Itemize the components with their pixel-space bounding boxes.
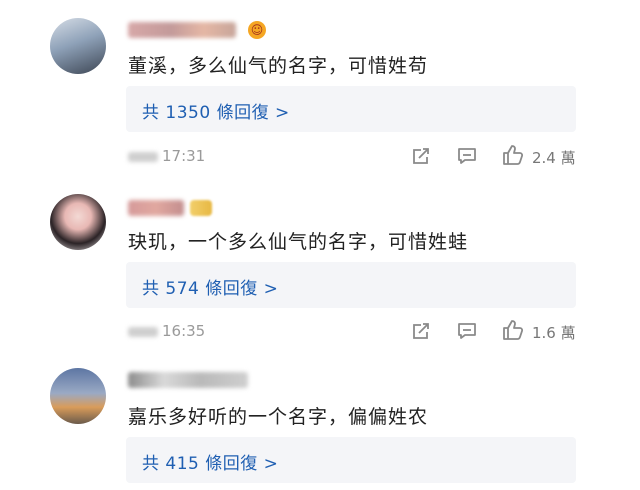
share-icon[interactable] bbox=[410, 145, 432, 167]
like-count: 1.6 萬 bbox=[532, 324, 576, 342]
replies-button[interactable]: 共 415 條回復 > bbox=[126, 437, 576, 483]
avatar[interactable] bbox=[50, 194, 106, 250]
comment-time: 17:31 bbox=[162, 147, 206, 165]
like-count: 2.4 萬 bbox=[532, 149, 576, 167]
comment-icon[interactable] bbox=[456, 145, 478, 167]
replies-button[interactable]: 共 574 條回復 > bbox=[126, 262, 576, 308]
username-blurred[interactable] bbox=[128, 22, 236, 38]
username-blurred[interactable] bbox=[128, 372, 248, 388]
meta-blurred bbox=[128, 327, 158, 337]
replies-label: 共 1350 條回復 > bbox=[142, 103, 290, 123]
like-icon[interactable] bbox=[502, 144, 524, 166]
emoji-badge-icon: ☺ bbox=[248, 21, 266, 39]
replies-label: 共 415 條回復 > bbox=[142, 454, 279, 474]
avatar[interactable] bbox=[50, 368, 106, 424]
username-blurred[interactable] bbox=[128, 200, 184, 216]
comment-time: 16:35 bbox=[162, 322, 206, 340]
comment-text: 董溪，多么仙气的名字，可惜姓苟 bbox=[128, 55, 429, 77]
comment-icon[interactable] bbox=[456, 320, 478, 342]
comment-text: 玦玑，一个多么仙气的名字，可惜姓蛙 bbox=[128, 231, 469, 253]
replies-label: 共 574 條回復 > bbox=[142, 279, 279, 299]
replies-button[interactable]: 共 1350 條回復 > bbox=[126, 86, 576, 132]
avatar[interactable] bbox=[50, 18, 106, 74]
like-icon[interactable] bbox=[502, 319, 524, 341]
comment-text: 嘉乐多好听的一个名字，偏偏姓农 bbox=[128, 406, 429, 428]
meta-blurred bbox=[128, 152, 158, 162]
share-icon[interactable] bbox=[410, 320, 432, 342]
member-badge-icon bbox=[190, 200, 212, 216]
